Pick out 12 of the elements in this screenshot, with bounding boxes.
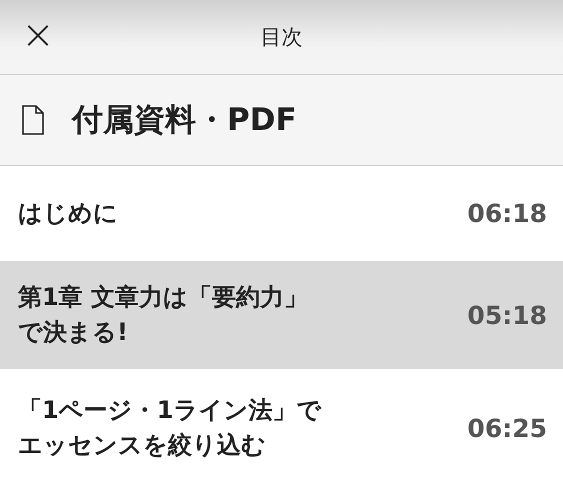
chapter-title: 第1章 文章力は「要約力」で決まる!: [18, 282, 310, 348]
attachment-item[interactable]: 付属資料・PDF: [0, 75, 563, 166]
chapter-duration: 05:18: [467, 300, 547, 330]
chapter-duration: 06:18: [467, 199, 547, 228]
chapter-title: はじめに: [18, 198, 118, 230]
close-button[interactable]: ×: [18, 14, 58, 60]
document-icon: [22, 105, 44, 135]
chapter-title: 「1ページ・1ライン法」でエッセンスを絞り込む: [18, 395, 322, 461]
attachment-label: 付属資料・PDF: [72, 101, 297, 140]
chapter-duration: 06:25: [467, 414, 547, 442]
header-title: 目次: [260, 24, 302, 51]
chapter-item[interactable]: 第1章 文章力は「要約力」で決まる! 05:18: [0, 261, 563, 369]
